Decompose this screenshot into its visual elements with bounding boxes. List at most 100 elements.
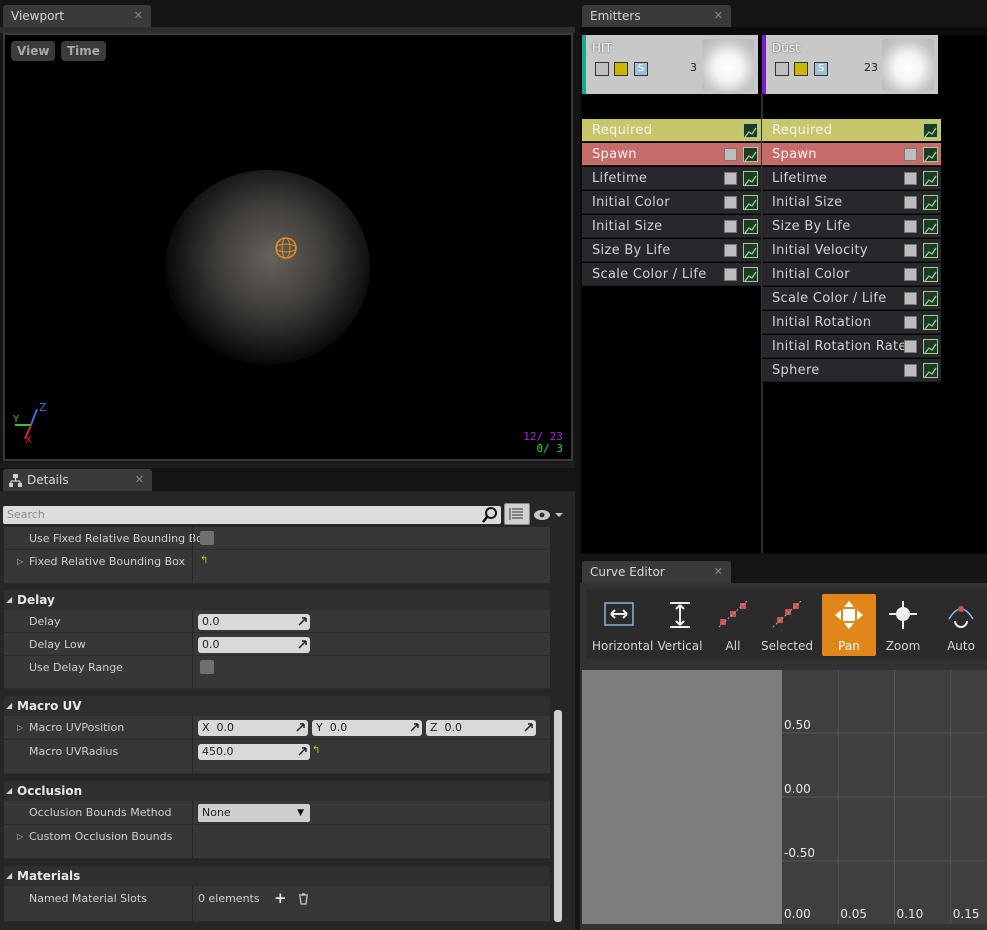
curve-graph[interactable]: 0.50 0.00 -0.50 0.00 0.05 0.10 0.15 (782, 670, 987, 924)
module-initial-velocity[interactable]: Initial Velocity (762, 239, 941, 262)
curve-graph-icon[interactable] (923, 147, 938, 162)
viewport-canvas[interactable]: View Time Z Y X 12/ 23 0/ 3 (3, 33, 573, 461)
add-icon[interactable]: + (274, 889, 287, 907)
module-size-by-life[interactable]: Size By Life (582, 239, 761, 262)
solo-mode-icon[interactable]: S (634, 62, 648, 76)
delay-field[interactable]: 0.0 (198, 614, 310, 630)
expand-arrow-icon[interactable]: ▷ (17, 716, 23, 739)
close-icon[interactable]: ✕ (135, 469, 144, 491)
module-size-by-life[interactable]: Size By Life (762, 215, 941, 238)
drag-handle-icon[interactable] (298, 640, 307, 649)
module-required[interactable]: Required (762, 119, 941, 142)
solo-mode-icon[interactable]: S (814, 62, 828, 76)
drag-handle-icon[interactable] (298, 747, 307, 756)
emitter-header[interactable]: Dust S 23 (762, 35, 938, 94)
horizontal-button[interactable]: Horizontal (592, 594, 653, 656)
module-scale-color-life[interactable]: Scale Color / Life (582, 263, 761, 286)
property-matrix-button[interactable] (504, 503, 530, 525)
curve-graph-icon[interactable] (923, 171, 938, 186)
module-initial-color[interactable]: Initial Color (762, 263, 941, 286)
curve-graph-icon[interactable] (743, 267, 758, 282)
module-enabled-checkbox[interactable] (904, 268, 917, 281)
tab-details[interactable]: Details ✕ (3, 469, 152, 491)
emitter-render-mode-icon[interactable] (614, 62, 628, 76)
time-button[interactable]: Time (61, 41, 106, 61)
module-scale-color-life[interactable]: Scale Color / Life (762, 287, 941, 310)
selected-button[interactable]: Selected (760, 594, 814, 656)
module-enabled-checkbox[interactable] (904, 292, 917, 305)
curve-graph-icon[interactable] (743, 171, 758, 186)
emitter-header[interactable]: HIT S 3 (582, 35, 758, 94)
drag-handle-icon[interactable] (524, 723, 533, 732)
emitter-enabled-checkbox[interactable] (595, 62, 609, 76)
emitter-enabled-checkbox[interactable] (775, 62, 789, 76)
curve-graph-icon[interactable] (923, 291, 938, 306)
module-initial-size[interactable]: Initial Size (762, 191, 941, 214)
module-enabled-checkbox[interactable] (724, 148, 737, 161)
curve-graph-icon[interactable] (743, 219, 758, 234)
close-icon[interactable]: ✕ (714, 5, 723, 27)
details-scrollbar[interactable] (554, 710, 562, 922)
module-enabled-checkbox[interactable] (904, 172, 917, 185)
module-initial-rotation-rate[interactable]: Initial Rotation Rate (762, 335, 941, 358)
tab-curve-editor[interactable]: Curve Editor ✕ (582, 561, 731, 583)
curve-graph-icon[interactable] (923, 195, 938, 210)
module-enabled-checkbox[interactable] (724, 220, 737, 233)
drag-handle-icon[interactable] (296, 723, 305, 732)
zoom-button[interactable]: Zoom (876, 594, 930, 656)
pan-button[interactable]: Pan (822, 594, 876, 656)
curve-graph-icon[interactable] (923, 219, 938, 234)
module-initial-size[interactable]: Initial Size (582, 215, 761, 238)
module-required[interactable]: Required (582, 119, 761, 142)
module-enabled-checkbox[interactable] (904, 316, 917, 329)
module-enabled-checkbox[interactable] (724, 268, 737, 281)
visibility-eye-icon[interactable] (533, 508, 565, 522)
curve-graph-icon[interactable] (743, 123, 758, 138)
module-lifetime[interactable]: Lifetime (762, 167, 941, 190)
curve-graph-icon[interactable] (923, 363, 938, 378)
delay-low-field[interactable]: 0.0 (198, 637, 310, 653)
macro-uv-radius-field[interactable]: 450.0 (198, 744, 310, 760)
drag-handle-icon[interactable] (298, 617, 307, 626)
module-enabled-checkbox[interactable] (724, 172, 737, 185)
category-macro-uv[interactable]: ◢ Macro UV (4, 696, 550, 716)
use-delay-range-checkbox[interactable] (200, 660, 214, 674)
module-enabled-checkbox[interactable] (724, 196, 737, 209)
macro-uv-x-field[interactable]: X 0.0 (198, 720, 308, 736)
vertical-button[interactable]: Vertical (653, 594, 707, 656)
curve-graph-icon[interactable] (743, 243, 758, 258)
close-icon[interactable]: ✕ (714, 561, 723, 583)
trash-icon[interactable] (298, 893, 309, 905)
curve-graph-icon[interactable] (923, 267, 938, 282)
curve-graph-icon[interactable] (743, 195, 758, 210)
category-materials[interactable]: ◢ Materials (4, 866, 550, 886)
emitter-render-mode-icon[interactable] (794, 62, 808, 76)
tab-emitters[interactable]: Emitters ✕ (582, 5, 731, 27)
tab-viewport[interactable]: Viewport ✕ (3, 5, 151, 27)
module-initial-color[interactable]: Initial Color (582, 191, 761, 214)
occlusion-method-dropdown[interactable]: None ▼ (198, 804, 310, 822)
module-spawn[interactable]: Spawn (582, 143, 761, 166)
module-enabled-checkbox[interactable] (904, 340, 917, 353)
curve-graph-icon[interactable] (743, 147, 758, 162)
curve-graph-icon[interactable] (923, 315, 938, 330)
module-lifetime[interactable]: Lifetime (582, 167, 761, 190)
macro-uv-z-field[interactable]: Z 0.0 (426, 720, 536, 736)
module-sphere[interactable]: Sphere (762, 359, 941, 382)
use-fixed-bounding-box-checkbox[interactable] (200, 531, 214, 545)
close-icon[interactable]: ✕ (134, 5, 143, 27)
module-enabled-checkbox[interactable] (724, 244, 737, 257)
module-initial-rotation[interactable]: Initial Rotation (762, 311, 941, 334)
module-enabled-checkbox[interactable] (904, 196, 917, 209)
category-delay[interactable]: ◢ Delay (4, 590, 550, 610)
curve-graph-icon[interactable] (923, 243, 938, 258)
category-occlusion[interactable]: ◢ Occlusion (4, 781, 550, 801)
auto-button[interactable]: Auto (934, 594, 987, 656)
module-enabled-checkbox[interactable] (904, 220, 917, 233)
expand-arrow-icon[interactable]: ▷ (17, 550, 23, 573)
module-enabled-checkbox[interactable] (904, 148, 917, 161)
expand-arrow-icon[interactable]: ▷ (17, 825, 23, 848)
all-button[interactable]: All (706, 594, 760, 656)
reset-to-default-icon[interactable]: ↰ (200, 555, 208, 566)
module-enabled-checkbox[interactable] (904, 364, 917, 377)
